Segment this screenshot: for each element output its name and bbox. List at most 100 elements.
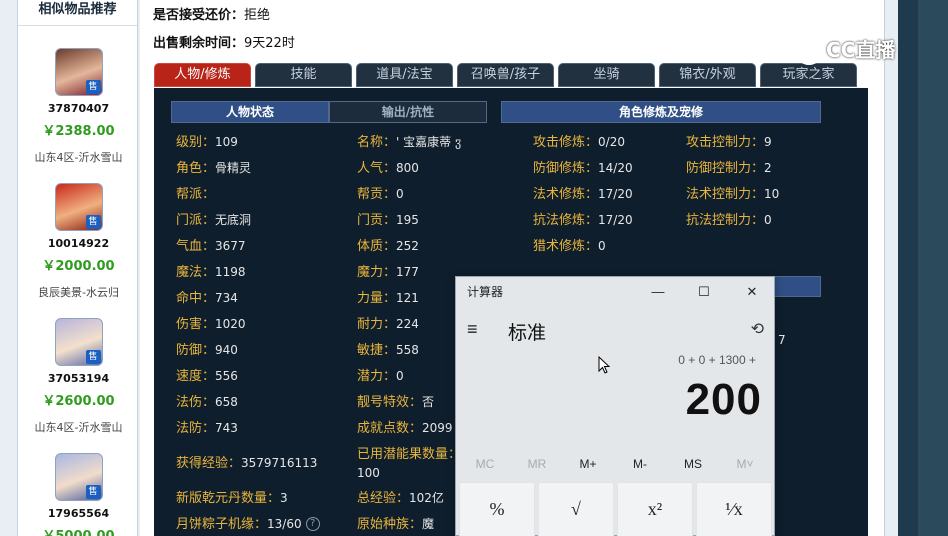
watermark-text: CC直播 bbox=[826, 38, 896, 62]
memory-store-button[interactable]: MS bbox=[673, 457, 713, 471]
stat-magic-damage: 法伤：658 bbox=[176, 395, 238, 410]
square-key[interactable]: x² bbox=[617, 482, 693, 536]
stat-school: 门派：无底洞 bbox=[176, 213, 252, 228]
stat-potential-fruit: 已用潜能果数量： bbox=[357, 447, 462, 462]
subtab-output[interactable]: 输出/抗性 bbox=[329, 101, 487, 123]
stat-mooncake: 月饼粽子机缘：13/60? bbox=[176, 513, 320, 532]
memory-list-button[interactable]: M˅ bbox=[725, 457, 765, 471]
item-server: 山东4区-沂水雪山 bbox=[34, 151, 123, 164]
right-edge-bar-outer bbox=[918, 0, 948, 536]
stat-damage: 伤害：1020 bbox=[176, 317, 246, 332]
stat-potential-fruit-value: 100 bbox=[357, 466, 380, 480]
tab-skills[interactable]: 技能 bbox=[255, 63, 352, 87]
stat-name: 名称：' 宝嘉康蒂 ჳ bbox=[357, 135, 462, 150]
ctrl-defense: 防御控制力：2 bbox=[686, 161, 772, 176]
tab-home[interactable]: 玩家之家 bbox=[760, 63, 857, 87]
ctrl-attack: 攻击控制力：9 bbox=[686, 135, 772, 150]
stat-defense: 防御：940 bbox=[176, 343, 238, 358]
stream-watermark: CC直播 bbox=[796, 34, 895, 65]
recommend-sidebar: 相似物品推荐 售 37870407 ￥2388.00 山东4区-沂水雪山 售 1… bbox=[17, 0, 138, 536]
stat-endurance: 耐力：224 bbox=[357, 317, 419, 332]
ctrl-resist: 抗法控制力：0 bbox=[686, 213, 772, 228]
recommend-item[interactable]: 售 17965564 ￥5000.00 bbox=[18, 453, 137, 536]
tab-items[interactable]: 道具/法宝 bbox=[356, 63, 453, 87]
sidebar-title: 相似物品推荐 bbox=[18, 0, 137, 26]
stat-magic-defense: 法防：743 bbox=[176, 421, 238, 436]
remaining-label: 出售剩余时间： bbox=[153, 36, 245, 51]
stat-achievement: 成就点数：2099 bbox=[357, 421, 453, 436]
stat-mp: 魔法：1198 bbox=[176, 265, 246, 280]
memory-subtract-button[interactable]: M- bbox=[620, 457, 660, 471]
history-icon[interactable]: ⟲ bbox=[751, 319, 764, 339]
calculator-mode: 标准 bbox=[508, 323, 547, 344]
item-server: 良辰美景-水云归 bbox=[38, 286, 119, 299]
tab-pets[interactable]: 召唤兽/孩子 bbox=[457, 63, 554, 87]
item-id: 17965564 bbox=[47, 507, 110, 520]
stat-hp: 气血：3677 bbox=[176, 239, 246, 254]
sqrt-key[interactable]: √ bbox=[538, 482, 614, 536]
avatar[interactable]: 售 bbox=[54, 183, 103, 231]
stat-agility: 敏捷：558 bbox=[357, 343, 419, 358]
item-price: ￥2388.00 bbox=[42, 124, 115, 139]
subtab-cultivation[interactable]: 角色修炼及宠修 bbox=[501, 101, 821, 123]
item-price: ￥5000.00 bbox=[18, 525, 137, 536]
sold-badge: 售 bbox=[85, 215, 101, 229]
partial-value: 7 bbox=[778, 333, 786, 347]
percent-key[interactable]: % bbox=[459, 482, 535, 536]
recommend-item[interactable]: 售 37870407 ￥2388.00 山东4区-沂水雪山 bbox=[18, 48, 137, 165]
bargain-value: 拒绝 bbox=[244, 8, 271, 23]
stat-strength: 力量：121 bbox=[357, 291, 419, 306]
bargain-line: 是否接受还价：拒绝 bbox=[153, 4, 270, 23]
stat-exp: 获得经验：3579716113 bbox=[176, 456, 318, 471]
stat-contribution: 帮贡：0 bbox=[357, 187, 404, 202]
menu-icon[interactable]: ≡ bbox=[467, 319, 478, 340]
calculator-expression: 0 + 0 + 1300 + bbox=[678, 353, 756, 367]
calculator-window[interactable]: 计算器 — ☐ ✕ ≡ 标准 ⟲ 0 + 0 + 1300 + 200 MC M… bbox=[455, 276, 775, 536]
stat-magic-power: 魔力：177 bbox=[357, 265, 419, 280]
tab-mounts[interactable]: 坐骑 bbox=[558, 63, 655, 87]
tab-appearance[interactable]: 锦衣/外观 bbox=[659, 63, 756, 87]
recommend-item[interactable]: 售 10014922 ￥2000.00 良辰美景-水云归 bbox=[18, 183, 137, 300]
item-id: 10014922 bbox=[47, 237, 110, 250]
item-id: 37053194 bbox=[47, 372, 110, 385]
stat-potential: 潜力：0 bbox=[357, 369, 404, 384]
cult-attack: 攻击修炼：0/20 bbox=[533, 135, 625, 150]
stat-school-contribution: 门贡：195 bbox=[357, 213, 419, 228]
item-server: 山东4区-沂水雪山 bbox=[34, 421, 123, 434]
cult-resist: 抗法修炼：17/20 bbox=[533, 213, 633, 228]
sold-badge: 售 bbox=[85, 350, 101, 364]
recommend-item[interactable]: 售 37053194 ￥2600.00 山东4区-沂水雪山 bbox=[18, 318, 137, 435]
tab-character[interactable]: 人物/修炼 bbox=[154, 63, 251, 87]
avatar[interactable]: 售 bbox=[54, 318, 103, 366]
item-price: ￥2600.00 bbox=[42, 394, 115, 409]
maximize-button[interactable]: ☐ bbox=[696, 284, 712, 300]
cult-magic: 法术修炼：17/20 bbox=[533, 187, 633, 202]
remaining-line: 出售剩余时间：9天22时 bbox=[153, 32, 295, 51]
ctrl-magic: 法术控制力：10 bbox=[686, 187, 780, 202]
item-id: 37870407 bbox=[47, 102, 110, 115]
cc-logo-icon bbox=[796, 38, 822, 65]
close-button[interactable]: ✕ bbox=[744, 284, 760, 300]
mouse-cursor-icon bbox=[598, 356, 610, 374]
memory-recall-button[interactable]: MR bbox=[517, 457, 557, 471]
minimize-button[interactable]: — bbox=[650, 284, 666, 300]
avatar[interactable]: 售 bbox=[54, 453, 103, 501]
calculator-display: 200 bbox=[685, 375, 762, 424]
calculator-title: 计算器 bbox=[467, 285, 504, 299]
stat-level: 级别：109 bbox=[176, 135, 238, 150]
memory-clear-button[interactable]: MC bbox=[465, 457, 505, 471]
stat-popularity: 人气：800 bbox=[357, 161, 419, 176]
sold-badge: 售 bbox=[85, 485, 101, 499]
stat-hit: 命中：734 bbox=[176, 291, 238, 306]
help-icon[interactable]: ? bbox=[305, 516, 320, 531]
stat-race: 原始种族：魔 bbox=[357, 517, 435, 532]
memory-add-button[interactable]: M+ bbox=[568, 457, 608, 471]
remaining-value: 9天22时 bbox=[244, 36, 295, 51]
avatar[interactable]: 售 bbox=[54, 48, 103, 96]
item-price: ￥2000.00 bbox=[42, 259, 115, 274]
reciprocal-key[interactable]: ¹⁄x bbox=[696, 482, 772, 536]
stat-qianyuan: 新版乾元丹数量：3 bbox=[176, 491, 288, 506]
bargain-label: 是否接受还价： bbox=[153, 8, 245, 23]
subtab-status[interactable]: 人物状态 bbox=[171, 101, 329, 123]
stat-speed: 速度：556 bbox=[176, 369, 238, 384]
